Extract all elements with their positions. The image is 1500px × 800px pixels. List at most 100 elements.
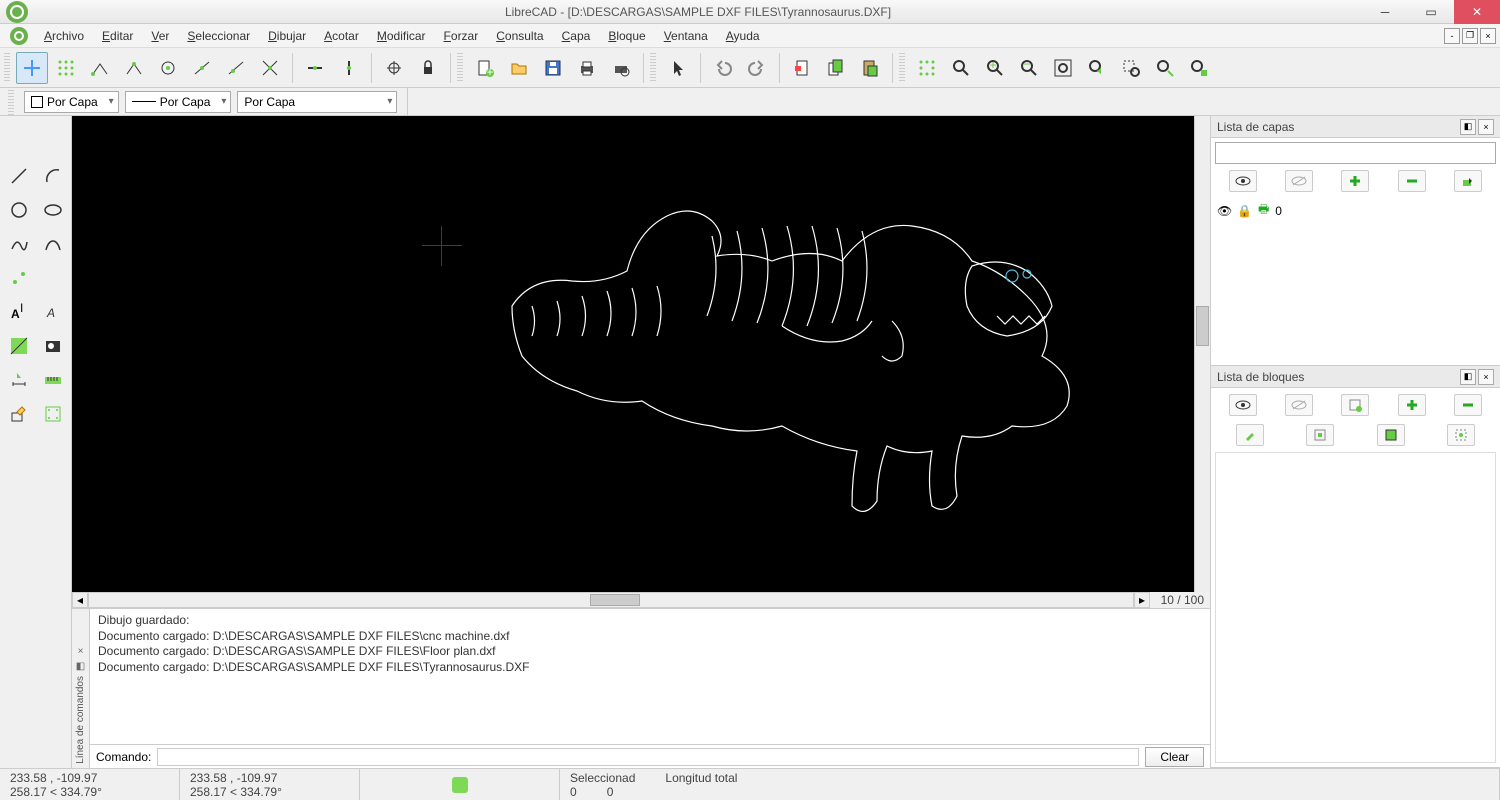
linewidth-combo[interactable]: Por Capa	[125, 91, 232, 113]
zoom-selection-button[interactable]	[1183, 52, 1215, 84]
copy-button[interactable]	[820, 52, 852, 84]
restrict-vertical-button[interactable]	[333, 52, 365, 84]
block-rename-button[interactable]	[1236, 424, 1264, 446]
layer-remove-button[interactable]	[1398, 170, 1426, 192]
menu-modificar[interactable]: Modificar	[369, 27, 434, 45]
toolbar-grip[interactable]	[8, 87, 14, 117]
menu-editar[interactable]: Editar	[94, 27, 141, 45]
linetype-combo[interactable]: Por Capa	[237, 91, 397, 113]
block-edit-button[interactable]	[1306, 424, 1334, 446]
console-close-icon[interactable]: ×	[78, 646, 84, 657]
info-tool-button[interactable]	[37, 398, 69, 430]
toolbar-grip[interactable]	[4, 53, 10, 83]
line-tool-button[interactable]	[3, 160, 35, 192]
mdi-minimize-button[interactable]: -	[1444, 28, 1460, 44]
close-button[interactable]: ✕	[1454, 0, 1500, 24]
menu-ver[interactable]: Ver	[143, 27, 177, 45]
snap-intersection-button[interactable]	[254, 52, 286, 84]
menu-capa[interactable]: Capa	[554, 27, 599, 45]
spline-tool-button[interactable]	[3, 228, 35, 260]
hscroll-left-button[interactable]: ◂	[72, 592, 88, 608]
drawing-canvas[interactable]	[72, 116, 1194, 592]
snap-free-button[interactable]	[16, 52, 48, 84]
panel-close-button[interactable]: ×	[1478, 119, 1494, 135]
menu-archivo[interactable]: Archivo	[36, 27, 92, 45]
menu-dibujar[interactable]: Dibujar	[260, 27, 314, 45]
arc-tool-button[interactable]	[37, 160, 69, 192]
panel-float-button[interactable]: ◧	[1460, 119, 1476, 135]
redo-button[interactable]	[741, 52, 773, 84]
new-file-button[interactable]: +	[469, 52, 501, 84]
zoom-out-button[interactable]: −	[1013, 52, 1045, 84]
panel-float-button[interactable]: ◧	[1460, 369, 1476, 385]
pointer-button[interactable]	[662, 52, 694, 84]
measure-tool-button[interactable]	[37, 364, 69, 396]
mtext-tool-button[interactable]: AI	[3, 296, 35, 328]
horizontal-scrollbar[interactable]	[88, 592, 1134, 608]
panel-close-button[interactable]: ×	[1478, 369, 1494, 385]
zoom-previous-button[interactable]	[1081, 52, 1113, 84]
block-add-button[interactable]	[1398, 394, 1426, 416]
maximize-button[interactable]: ▭	[1408, 0, 1454, 24]
set-relative-zero-button[interactable]	[378, 52, 410, 84]
command-input[interactable]	[157, 748, 1139, 766]
vertical-scrollbar[interactable]	[1194, 116, 1210, 592]
layer-filter-input[interactable]	[1215, 142, 1496, 164]
open-file-button[interactable]	[503, 52, 535, 84]
undo-button[interactable]	[707, 52, 739, 84]
menu-acotar[interactable]: Acotar	[316, 27, 367, 45]
menu-forzar[interactable]: Forzar	[436, 27, 487, 45]
toolbar-grip[interactable]	[457, 53, 463, 83]
menu-ventana[interactable]: Ventana	[656, 27, 716, 45]
menu-seleccionar[interactable]: Seleccionar	[179, 27, 258, 45]
mdi-close-button[interactable]: ×	[1480, 28, 1496, 44]
layer-edit-button[interactable]	[1454, 170, 1482, 192]
print-button[interactable]	[571, 52, 603, 84]
toolbar-grip[interactable]	[899, 53, 905, 83]
block-insert-button[interactable]	[1447, 424, 1475, 446]
print-icon[interactable]: 🖶	[1258, 200, 1269, 221]
ellipse-tool-button[interactable]	[37, 194, 69, 226]
snap-on-entity-button[interactable]	[118, 52, 150, 84]
print-preview-button[interactable]	[605, 52, 637, 84]
console-tab[interactable]: × ◧ Línea de comandos	[72, 609, 90, 768]
layer-add-button[interactable]	[1341, 170, 1369, 192]
snap-distance-button[interactable]	[220, 52, 252, 84]
snap-center-button[interactable]	[152, 52, 184, 84]
dimension-tool-button[interactable]	[3, 364, 35, 396]
app-menu-icon[interactable]	[10, 27, 28, 45]
layer-show-all-button[interactable]	[1229, 170, 1257, 192]
polyline-tool-button[interactable]	[37, 228, 69, 260]
lock-icon[interactable]: 🔒	[1237, 204, 1252, 218]
block-show-all-button[interactable]	[1229, 394, 1257, 416]
block-remove-button[interactable]	[1454, 394, 1482, 416]
image-tool-button[interactable]	[37, 330, 69, 362]
block-save-button[interactable]	[1377, 424, 1405, 446]
menu-ayuda[interactable]: Ayuda	[718, 27, 768, 45]
menu-consulta[interactable]: Consulta	[488, 27, 551, 45]
zoom-auto-button[interactable]	[1047, 52, 1079, 84]
snap-grid-button[interactable]	[50, 52, 82, 84]
point-tool-button[interactable]	[3, 262, 35, 294]
eye-icon[interactable]: 👁	[1217, 204, 1231, 218]
text-tool-button[interactable]: A	[37, 296, 69, 328]
zoom-pan-button[interactable]	[1149, 52, 1181, 84]
zoom-redraw-button[interactable]	[945, 52, 977, 84]
layer-hide-all-button[interactable]	[1285, 170, 1313, 192]
menu-bloque[interactable]: Bloque	[600, 27, 653, 45]
layer-item[interactable]: 👁 🔒 🖶 0	[1215, 198, 1496, 223]
circle-tool-button[interactable]	[3, 194, 35, 226]
snap-middle-button[interactable]	[186, 52, 218, 84]
zoom-window-button[interactable]	[1115, 52, 1147, 84]
snap-endpoint-button[interactable]	[84, 52, 116, 84]
save-file-button[interactable]	[537, 52, 569, 84]
hatch-tool-button[interactable]	[3, 330, 35, 362]
grid-toggle-button[interactable]	[911, 52, 943, 84]
toolbar-grip[interactable]	[650, 53, 656, 83]
block-create-button[interactable]	[1341, 394, 1369, 416]
hscroll-right-button[interactable]: ▸	[1134, 592, 1150, 608]
lock-relative-zero-button[interactable]	[412, 52, 444, 84]
paste-button[interactable]	[854, 52, 886, 84]
console-detach-icon[interactable]: ◧	[76, 661, 85, 672]
minimize-button[interactable]: ─	[1362, 0, 1408, 24]
